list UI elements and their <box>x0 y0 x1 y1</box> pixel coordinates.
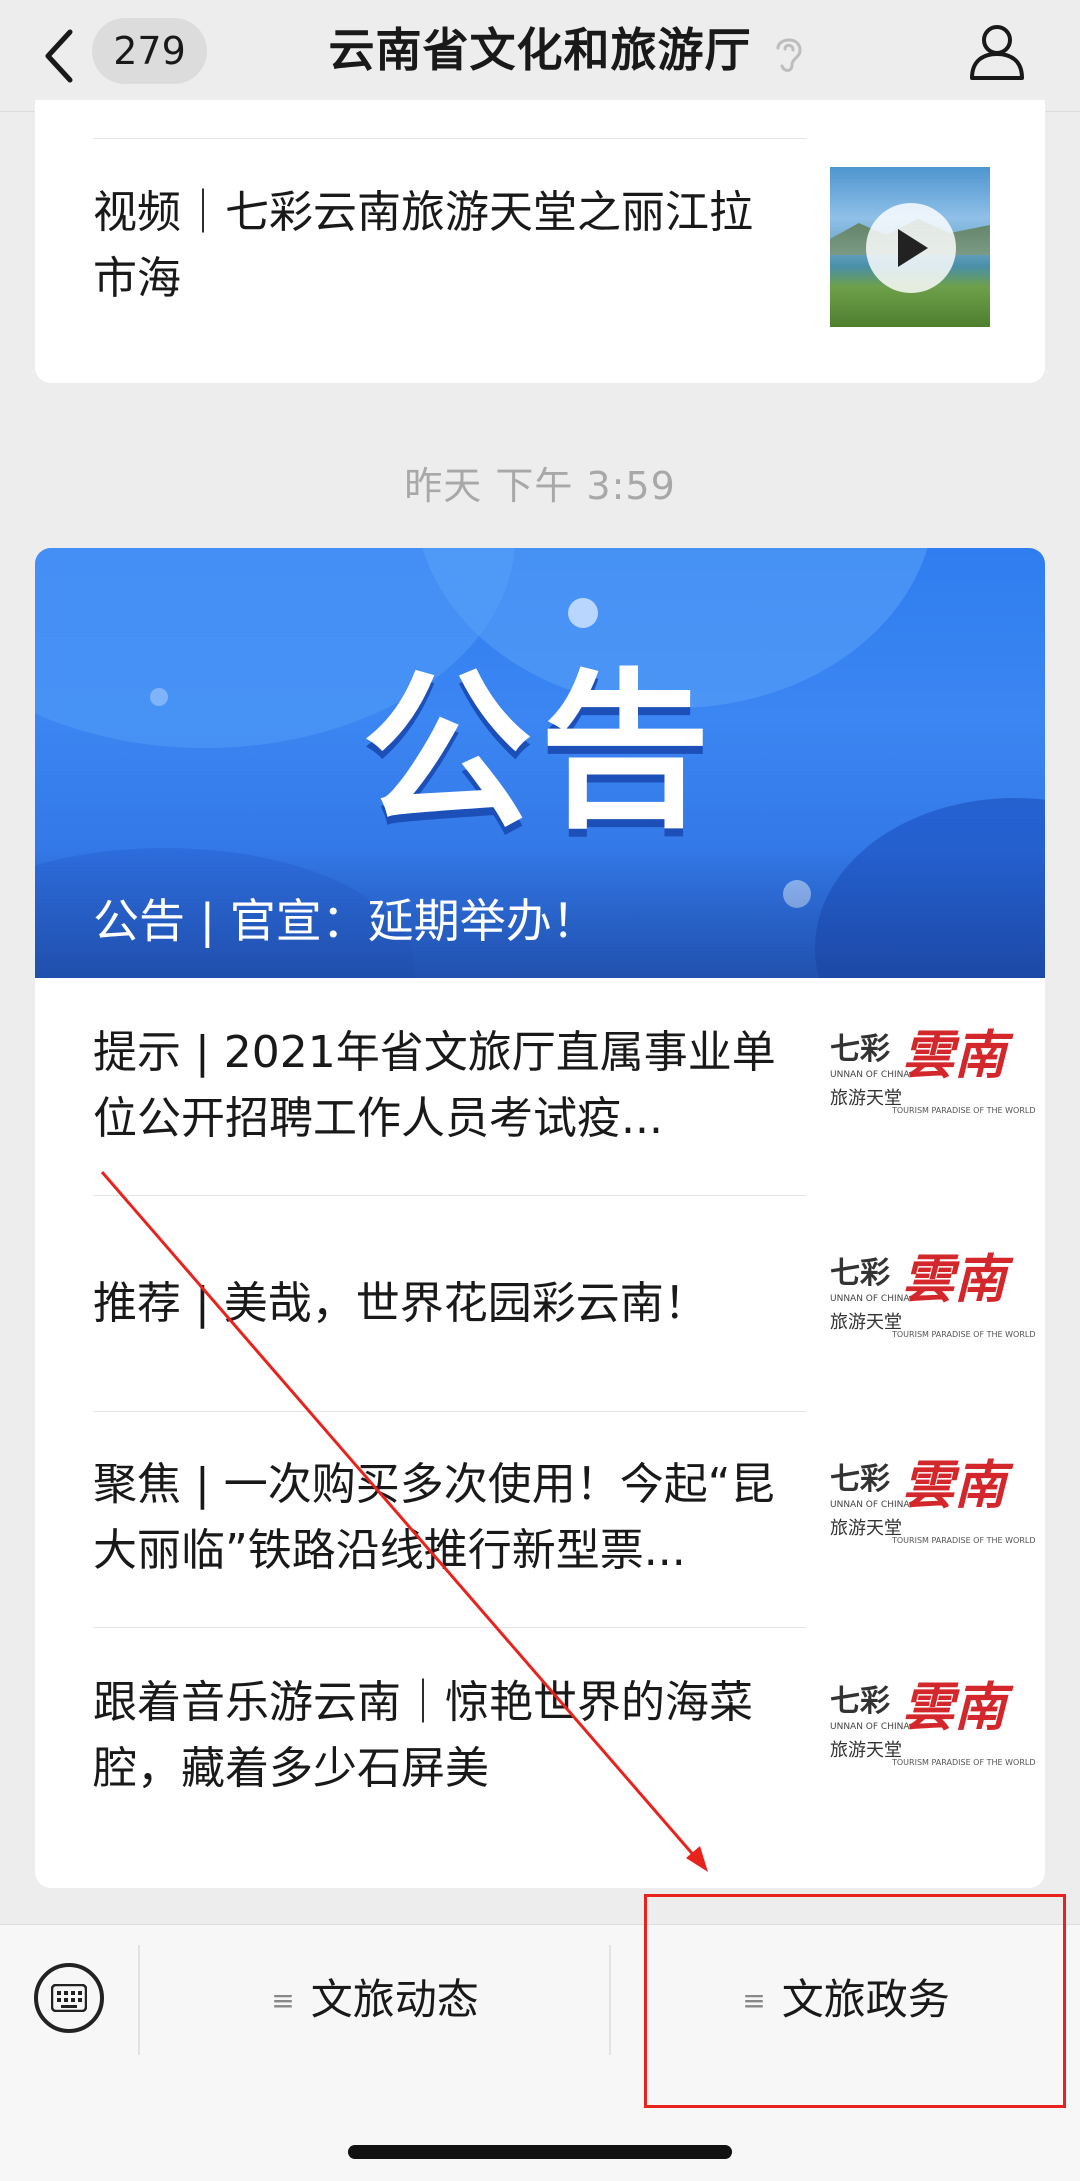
logo-text: 雲南 <box>902 1025 1007 1086</box>
banner-dot <box>568 598 598 628</box>
cover-banner[interactable]: 公告 公告 | 官宣：延期举办！ <box>35 548 1045 978</box>
list-item[interactable]: 聚焦 | 一次购买多次使用！今起“昆大丽临”铁路沿线推行新型票... 七彩 UN… <box>35 1412 1045 1628</box>
list-item[interactable]: 推荐 | 美哉，世界花园彩云南！ 七彩 UNNAN OF CHINA 旅游天堂 … <box>35 1196 1045 1412</box>
article-thumbnail[interactable]: 七彩 UNNAN OF CHINA 旅游天堂 雲南 TOURISM PARADI… <box>830 1250 1036 1360</box>
back-arrow-icon[interactable] <box>40 26 80 86</box>
banner-headline: 公告 <box>361 654 718 852</box>
menu-button-wenlv-dongtai[interactable]: ≡ 文旅动态 <box>140 1925 610 2075</box>
chat-header: 279 云南省文化和旅游厅 <box>0 0 1080 112</box>
video-thumbnail[interactable] <box>830 167 990 327</box>
logo-text: TOURISM PARADISE OF THE WORLD <box>892 1536 1036 1545</box>
logo-text: 雲南 <box>902 1455 1007 1516</box>
article-card: 公告 公告 | 官宣：延期举办！ 提示 | 2021年省文旅厅直属事业单位公开招… <box>35 548 1045 1888</box>
cover-article-title[interactable]: 公告 | 官宣：延期举办！ <box>93 888 993 954</box>
profile-icon[interactable] <box>966 20 1028 82</box>
article-thumbnail[interactable]: 七彩 UNNAN OF CHINA 旅游天堂 雲南 TOURISM PARADI… <box>830 1026 1036 1136</box>
ear-icon <box>776 38 802 72</box>
account-title: 云南省文化和旅游厅 <box>328 23 752 77</box>
logo-text: 七彩 <box>830 1032 890 1067</box>
logo-text: UNNAN OF CHINA <box>830 1070 910 1080</box>
home-indicator[interactable] <box>348 2145 732 2159</box>
menu-list-icon: ≡ <box>271 1984 295 2017</box>
logo-text: 雲南 <box>902 1249 1007 1310</box>
unread-count-badge[interactable]: 279 <box>92 18 207 84</box>
list-item[interactable]: 跟着音乐游云南｜惊艳世界的海菜腔，藏着多少石屏美 七彩 UNNAN OF CHI… <box>35 1628 1045 1888</box>
logo-text: 七彩 <box>830 1684 890 1719</box>
article-thumbnail[interactable]: 七彩 UNNAN OF CHINA 旅游天堂 雲南 TOURISM PARADI… <box>830 1456 1036 1566</box>
article-title[interactable]: 跟着音乐游云南｜惊艳世界的海菜腔，藏着多少石屏美 <box>93 1670 793 1802</box>
menu-separator <box>609 1945 611 2055</box>
annotation-highlight-box <box>644 1894 1066 2108</box>
list-item[interactable]: 提示 | 2021年省文旅厅直属事业单位公开招聘工作人员考试疫... 七彩 UN… <box>35 978 1045 1196</box>
logo-text: TOURISM PARADISE OF THE WORLD <box>892 1330 1036 1339</box>
menu-label: 文旅动态 <box>310 1975 479 2024</box>
logo-text: UNNAN OF CHINA <box>830 1294 910 1304</box>
logo-text: TOURISM PARADISE OF THE WORLD <box>892 1758 1036 1767</box>
play-icon[interactable] <box>866 203 956 293</box>
article-title[interactable]: 提示 | 2021年省文旅厅直属事业单位公开招聘工作人员考试疫... <box>93 1020 793 1152</box>
logo-text: UNNAN OF CHINA <box>830 1500 910 1510</box>
logo-text: 七彩 <box>830 1462 890 1497</box>
article-title[interactable]: 推荐 | 美哉，世界花园彩云南！ <box>93 1271 793 1337</box>
logo-text: UNNAN OF CHINA <box>830 1722 910 1732</box>
article-card-previous: 视频｜七彩云南旅游天堂之丽江拉市海 <box>35 100 1045 383</box>
divider <box>93 138 806 139</box>
article-thumbnail[interactable]: 七彩 UNNAN OF CHINA 旅游天堂 雲南 TOURISM PARADI… <box>830 1678 1036 1788</box>
logo-text: 雲南 <box>902 1677 1007 1738</box>
article-title[interactable]: 视频｜七彩云南旅游天堂之丽江拉市海 <box>93 180 793 312</box>
keyboard-icon[interactable] <box>34 1963 104 2033</box>
logo-text: TOURISM PARADISE OF THE WORLD <box>892 1106 1036 1115</box>
article-title[interactable]: 聚焦 | 一次购买多次使用！今起“昆大丽临”铁路沿线推行新型票... <box>93 1452 793 1584</box>
logo-text: 七彩 <box>830 1256 890 1291</box>
message-timestamp: 昨天 下午 3:59 <box>404 464 676 508</box>
